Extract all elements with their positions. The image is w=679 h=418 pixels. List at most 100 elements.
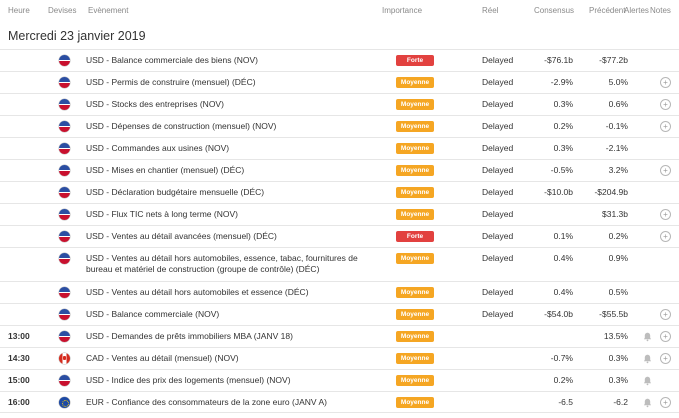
- consensus-value: 0.4%: [553, 253, 573, 263]
- importance-badge: Moyenne: [396, 121, 434, 132]
- plus-circle-icon[interactable]: +: [660, 209, 671, 220]
- actual-value: Delayed: [482, 187, 514, 197]
- event-name[interactable]: USD - Ventes au détail avancées (mensuel…: [86, 231, 386, 242]
- us-flag-icon: [59, 253, 70, 264]
- importance-badge: Moyenne: [396, 253, 434, 264]
- plus-circle-icon[interactable]: +: [660, 397, 671, 408]
- header-currency: Devises: [48, 6, 77, 15]
- header-time: Heure: [8, 6, 30, 15]
- table-row[interactable]: USD - Permis de construire (mensuel) (DÉ…: [0, 71, 679, 93]
- table-row[interactable]: USD - Flux TIC nets à long terme (NOV) Mo…: [0, 203, 679, 225]
- consensus-value: 0.4%: [553, 287, 573, 297]
- event-name[interactable]: USD - Stocks des entreprises (NOV): [86, 99, 386, 110]
- us-flag-icon: [59, 55, 70, 66]
- header-previous: Précédent: [589, 6, 626, 15]
- previous-value: 0.6%: [608, 99, 628, 109]
- consensus-value: -$10.0b: [544, 187, 573, 197]
- event-time: 15:00: [8, 375, 30, 385]
- event-name[interactable]: USD - Balance commerciale (NOV): [86, 309, 386, 320]
- plus-circle-icon[interactable]: +: [660, 121, 671, 132]
- previous-value: -$204.9b: [594, 187, 628, 197]
- consensus-value: 0.2%: [553, 121, 573, 131]
- plus-circle-icon[interactable]: +: [660, 165, 671, 176]
- consensus-value: -6.5: [558, 397, 573, 407]
- consensus-value: -0.5%: [550, 165, 573, 175]
- table-row[interactable]: 15:00 USD - Indice des prix des logements…: [0, 369, 679, 391]
- table-row[interactable]: USD - Ventes au détail hors automobiles,…: [0, 247, 679, 281]
- plus-circle-icon[interactable]: +: [660, 353, 671, 364]
- event-name[interactable]: CAD - Ventes au détail (mensuel) (NOV): [86, 353, 386, 364]
- events-table: USD - Balance commerciale des biens (NOV…: [0, 49, 679, 413]
- table-row[interactable]: USD - Dépenses de construction (mensuel)…: [0, 115, 679, 137]
- bell-icon[interactable]: [643, 376, 652, 386]
- event-name[interactable]: USD - Déclaration budgétaire mensuelle (…: [86, 187, 386, 198]
- table-row[interactable]: 14:30 CAD - Ventes au détail (mensuel) (N…: [0, 347, 679, 369]
- consensus-value: -$76.1b: [544, 55, 573, 65]
- plus-circle-icon[interactable]: +: [660, 309, 671, 320]
- table-row[interactable]: USD - Mises en chantier (mensuel) (DÉC) M…: [0, 159, 679, 181]
- previous-value: 0.5%: [608, 287, 628, 297]
- actual-value: Delayed: [482, 231, 514, 241]
- table-row[interactable]: 16:00 EUR - Confiance des consommateurs d…: [0, 391, 679, 413]
- us-flag-icon: [59, 77, 70, 88]
- us-flag-icon: [59, 99, 70, 110]
- event-name[interactable]: USD - Demandes de prêts immobiliers MBA …: [86, 331, 386, 342]
- table-row[interactable]: USD - Ventes au détail hors automobiles …: [0, 281, 679, 303]
- plus-circle-icon[interactable]: +: [660, 99, 671, 110]
- table-row[interactable]: USD - Balance commerciale (NOV) Moyenne De…: [0, 303, 679, 325]
- actual-value: Delayed: [482, 209, 514, 219]
- header-importance: Importance: [382, 6, 423, 15]
- us-flag-icon: [59, 375, 70, 386]
- importance-badge: Moyenne: [396, 287, 434, 298]
- actual-value: Delayed: [482, 309, 514, 319]
- event-name[interactable]: USD - Ventes au détail hors automobiles …: [86, 287, 386, 298]
- plus-circle-icon[interactable]: +: [660, 77, 671, 88]
- previous-value: 0.9%: [608, 253, 628, 263]
- actual-value: Delayed: [482, 143, 514, 153]
- actual-value: Delayed: [482, 165, 514, 175]
- previous-value: -6.2: [613, 397, 628, 407]
- event-name[interactable]: USD - Mises en chantier (mensuel) (DÉC): [86, 165, 386, 176]
- table-header: Heure Devises Evènement Importance Réel …: [0, 0, 679, 22]
- event-name[interactable]: USD - Flux TIC nets à long terme (NOV): [86, 209, 386, 220]
- bell-icon[interactable]: [643, 332, 652, 342]
- previous-value: $31.3b: [602, 209, 628, 219]
- event-name[interactable]: USD - Dépenses de construction (mensuel)…: [86, 121, 386, 132]
- importance-badge: Moyenne: [396, 397, 434, 408]
- previous-value: -0.1%: [605, 121, 628, 131]
- canada-flag-icon: [59, 353, 70, 364]
- importance-badge: Moyenne: [396, 99, 434, 110]
- consensus-value: 0.3%: [553, 143, 573, 153]
- table-row[interactable]: USD - Commandes aux usines (NOV) Moyenne D…: [0, 137, 679, 159]
- event-name[interactable]: USD - Indice des prix des logements (men…: [86, 375, 386, 386]
- table-row[interactable]: USD - Déclaration budgétaire mensuelle (…: [0, 181, 679, 203]
- event-name[interactable]: USD - Ventes au détail hors automobiles,…: [86, 253, 386, 275]
- importance-badge: Moyenne: [396, 187, 434, 198]
- event-name[interactable]: EUR - Confiance des consommateurs de la …: [86, 397, 386, 408]
- header-notes: Notes: [650, 6, 671, 15]
- header-consensus: Consensus: [534, 6, 575, 15]
- previous-value: 3.2%: [608, 165, 628, 175]
- bell-icon[interactable]: [643, 398, 652, 408]
- plus-circle-icon[interactable]: +: [660, 331, 671, 342]
- table-row[interactable]: USD - Balance commerciale des biens (NOV…: [0, 49, 679, 71]
- event-name[interactable]: USD - Balance commerciale des biens (NOV…: [86, 55, 386, 66]
- previous-value: 5.0%: [608, 77, 628, 87]
- table-row[interactable]: 13:00 USD - Demandes de prêts immobiliers…: [0, 325, 679, 347]
- consensus-value: 0.2%: [553, 375, 573, 385]
- consensus-value: 0.3%: [553, 99, 573, 109]
- consensus-value: -0.7%: [550, 353, 573, 363]
- event-name[interactable]: USD - Commandes aux usines (NOV): [86, 143, 386, 154]
- table-row[interactable]: USD - Ventes au détail avancées (mensuel…: [0, 225, 679, 247]
- plus-circle-icon[interactable]: +: [660, 231, 671, 242]
- bell-icon[interactable]: [643, 354, 652, 364]
- table-row[interactable]: USD - Stocks des entreprises (NOV) Moyenn…: [0, 93, 679, 115]
- event-name[interactable]: USD - Permis de construire (mensuel) (DÉ…: [86, 77, 386, 88]
- importance-badge: Moyenne: [396, 353, 434, 364]
- us-flag-icon: [59, 121, 70, 132]
- consensus-value: 0.1%: [553, 231, 573, 241]
- importance-badge: Moyenne: [396, 375, 434, 386]
- importance-badge: Forte: [396, 55, 434, 66]
- date-heading: Mercredi 23 janvier 2019: [8, 29, 146, 43]
- importance-badge: Forte: [396, 231, 434, 242]
